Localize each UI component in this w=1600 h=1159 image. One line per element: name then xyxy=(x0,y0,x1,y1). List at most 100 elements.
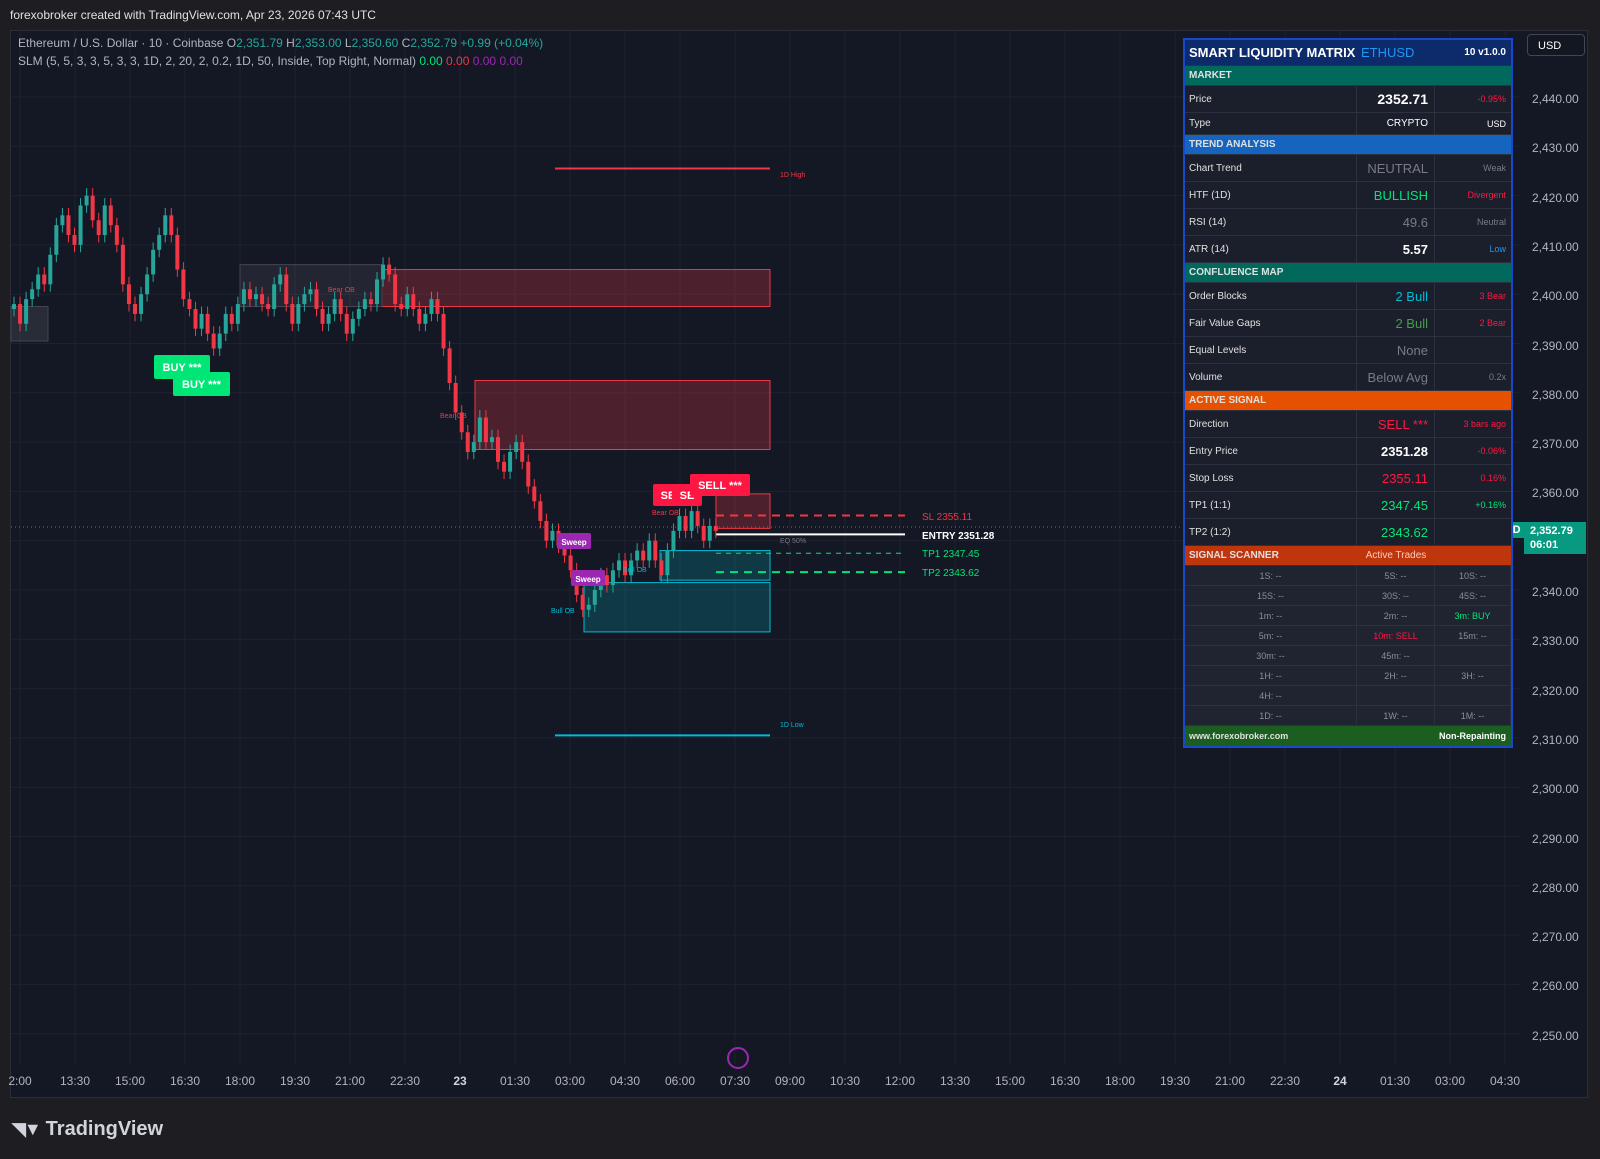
scanner-cell: 4H: -- xyxy=(1185,686,1357,705)
candle-body xyxy=(332,299,337,314)
section-market: MARKET xyxy=(1185,66,1511,86)
candle-body xyxy=(235,304,240,324)
time-tick: 21:00 xyxy=(334,1074,366,1088)
row-label: Fair Value Gaps xyxy=(1185,310,1357,336)
entry-value: 2351.28 xyxy=(1357,438,1435,464)
row-label: Direction xyxy=(1185,411,1357,437)
candle-body xyxy=(199,313,204,329)
section-confluence: CONFLUENCE MAP xyxy=(1185,263,1511,283)
footer-note: Non-Repainting xyxy=(1439,731,1506,741)
scanner-row: 15S: -- 30S: -- 45S: -- xyxy=(1185,586,1511,606)
scanner-cell xyxy=(1435,646,1511,665)
time-tick: 04:30 xyxy=(1489,1074,1521,1088)
candle-body xyxy=(695,511,700,526)
candle-body xyxy=(344,313,349,334)
candle-body xyxy=(683,516,688,531)
candle-body xyxy=(707,525,712,541)
row-fvg: Fair Value Gaps 2 Bull 2 Bear xyxy=(1185,310,1511,337)
candle-body xyxy=(550,530,555,541)
candle-body xyxy=(641,550,646,561)
bear-ob-zone xyxy=(715,493,771,529)
candle-body xyxy=(713,525,718,531)
candle-body xyxy=(465,432,470,452)
bull-ob-zone xyxy=(659,550,771,581)
scanner-cell xyxy=(1357,686,1435,705)
price-tick: 2,340.00 xyxy=(1532,585,1579,599)
scanner-cell: 2H: -- xyxy=(1357,666,1435,685)
scanner-cell: 5m: -- xyxy=(1185,626,1357,645)
candle-body xyxy=(254,294,258,300)
scanner-cell: 1H: -- xyxy=(1185,666,1357,685)
candle-body xyxy=(108,205,113,226)
time-tick: 22:30 xyxy=(1269,1074,1301,1088)
time-tick: 06:00 xyxy=(664,1074,696,1088)
time-tick: 09:00 xyxy=(774,1074,806,1088)
scanner-cell: 3H: -- xyxy=(1435,666,1511,685)
row-htf: HTF (1D) BULLISH Divergent xyxy=(1185,182,1511,209)
time-tick: 12:00 xyxy=(884,1074,916,1088)
eq-value: None xyxy=(1357,337,1435,363)
candle-body xyxy=(217,333,222,349)
candle-body xyxy=(278,274,283,285)
candle-body xyxy=(471,442,476,452)
tp2-label: TP2 2343.62 xyxy=(922,568,980,579)
candle-body xyxy=(701,525,706,541)
candle-body xyxy=(90,195,95,221)
current-price: 2,352.79 xyxy=(1530,525,1573,537)
eq-label: EQ 50% xyxy=(780,538,806,545)
panel-symbol: ETHUSD xyxy=(1361,45,1415,60)
buy-signal: BUY *** xyxy=(182,379,222,391)
scanner-cell: 30m: -- xyxy=(1185,646,1357,665)
candle-body xyxy=(193,308,198,329)
row-tp2: TP2 (1:2) 2343.62 xyxy=(1185,519,1511,546)
scanner-cell: 1D: -- xyxy=(1185,706,1357,725)
candle-body xyxy=(72,235,77,245)
tp1-pct: +0.16% xyxy=(1475,500,1506,510)
candle-body xyxy=(296,304,301,324)
tp1-label: TP1 2347.45 xyxy=(922,549,980,560)
tv-logo-icon: ◥▼ xyxy=(12,1119,42,1139)
price-tick: 2,290.00 xyxy=(1532,831,1579,846)
change-value: +0.99 (+0.04%) xyxy=(460,36,544,50)
tradingview-logo[interactable]: ◥▼ TradingView xyxy=(12,1118,163,1141)
time-tick: 22:30 xyxy=(389,1074,421,1088)
ind-value-3: 0.00 xyxy=(472,54,497,68)
panel-title: SMART LIQUIDITY MATRIX xyxy=(1189,45,1356,60)
ind-value-4: 0.00 xyxy=(499,54,523,68)
candle-body xyxy=(350,318,355,334)
candle-body xyxy=(338,299,343,314)
candle-body xyxy=(635,550,640,561)
smart-liquidity-panel: SMART LIQUIDITY MATRIX ETHUSD 10 v1.0.0 … xyxy=(1183,38,1513,748)
candle-body xyxy=(368,299,373,305)
candle-body xyxy=(211,333,216,349)
time-tick: 13:30 xyxy=(939,1074,971,1088)
currency-button[interactable]: USD xyxy=(1527,34,1585,56)
price-tick: 2,250.00 xyxy=(1532,1028,1579,1043)
scanner-cell: 1M: -- xyxy=(1435,706,1511,725)
time-tick: 18:00 xyxy=(224,1074,256,1088)
price-tick: 2,440.00 xyxy=(1532,92,1579,106)
row-type: Type CRYPTO USD xyxy=(1185,113,1511,135)
time-tick: 04:30 xyxy=(609,1074,641,1088)
candle-body xyxy=(187,299,192,309)
indicator-legend: SLM (5, 5, 3, 3, 5, 3, 3, 1D, 2, 20, 2, … xyxy=(18,54,523,68)
scanner-sub: Active Trades xyxy=(1365,550,1427,561)
tp1-value: 2347.45 xyxy=(1357,492,1435,518)
candle-body xyxy=(580,594,585,610)
price-tick: 2,390.00 xyxy=(1532,338,1579,353)
scanner-row: 1H: -- 2H: -- 3H: -- xyxy=(1185,666,1511,686)
candle-body xyxy=(508,451,513,472)
chart-trend-value: NEUTRAL xyxy=(1357,155,1435,181)
candle-body xyxy=(417,308,422,324)
sweep-label: Sweep xyxy=(575,575,600,584)
indicator-params[interactable]: SLM (5, 5, 3, 3, 5, 3, 3, 1D, 2, 20, 2, … xyxy=(18,54,416,68)
candle-body xyxy=(120,244,125,285)
scanner-row: 5m: -- 10m: SELL 15m: -- xyxy=(1185,626,1511,646)
candle-body xyxy=(568,555,573,571)
close-value: 2,352.79 xyxy=(410,36,458,50)
candle-body xyxy=(477,417,482,443)
symbol-name[interactable]: Ethereum / U.S. Dollar · 10 · Coinbase xyxy=(18,36,223,50)
row-price: Price 2352.71 -0.95% xyxy=(1185,86,1511,113)
time-tick: 10:30 xyxy=(829,1074,861,1088)
bear-ob-label: Bear OB xyxy=(440,413,467,420)
